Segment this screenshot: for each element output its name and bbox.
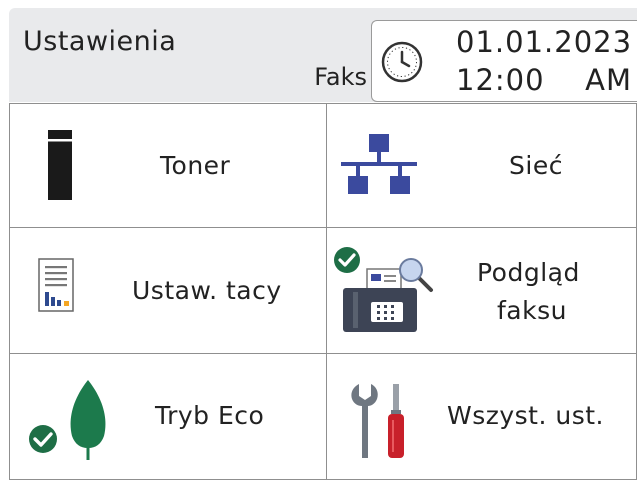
tile-tray-settings[interactable]: Ustaw. tacy — [9, 227, 327, 354]
tile-fax-preview-label-line1: Podgląd — [477, 258, 580, 287]
fax-preview-icon — [334, 247, 433, 332]
tile-network-label: Sieć — [509, 151, 563, 180]
mode-label: Faks — [314, 63, 367, 91]
tile-fax-preview[interactable]: Podgląd faksu — [326, 227, 637, 354]
time-display: 12:00 — [456, 63, 545, 97]
tray-settings-icon — [38, 258, 74, 312]
tile-all-settings-label: Wszyst. ust. — [447, 401, 605, 430]
tile-eco-mode-label: Tryb Eco — [155, 401, 265, 430]
tile-network[interactable]: Sieć — [326, 103, 637, 228]
tools-icon — [351, 384, 404, 458]
date-time-button[interactable]: 01.01.2023 12:00 AM — [371, 20, 637, 102]
settings-screen: Ustawienia Faks 01.01.2023 12:00 AM Tone… — [0, 0, 637, 480]
tile-toner-label: Toner — [160, 151, 231, 180]
header-bar: Ustawienia Faks 01.01.2023 12:00 AM — [9, 8, 637, 102]
page-title: Ustawienia — [23, 26, 177, 57]
ampm-display: AM — [585, 63, 632, 97]
tile-fax-preview-label-line2: faksu — [497, 296, 567, 325]
network-icon — [341, 134, 417, 194]
tile-eco-mode[interactable]: Tryb Eco — [9, 353, 327, 480]
clock-icon — [381, 41, 423, 83]
settings-grid: Toner Sieć Ustaw. tacy Podgląd faksu Try… — [9, 103, 637, 480]
date-display: 01.01.2023 — [456, 25, 633, 59]
eco-leaf-icon — [29, 380, 106, 460]
tile-all-settings[interactable]: Wszyst. ust. — [326, 353, 637, 480]
tile-toner[interactable]: Toner — [9, 103, 327, 228]
tile-tray-settings-label: Ustaw. tacy — [132, 276, 282, 305]
toner-icon — [48, 130, 72, 200]
